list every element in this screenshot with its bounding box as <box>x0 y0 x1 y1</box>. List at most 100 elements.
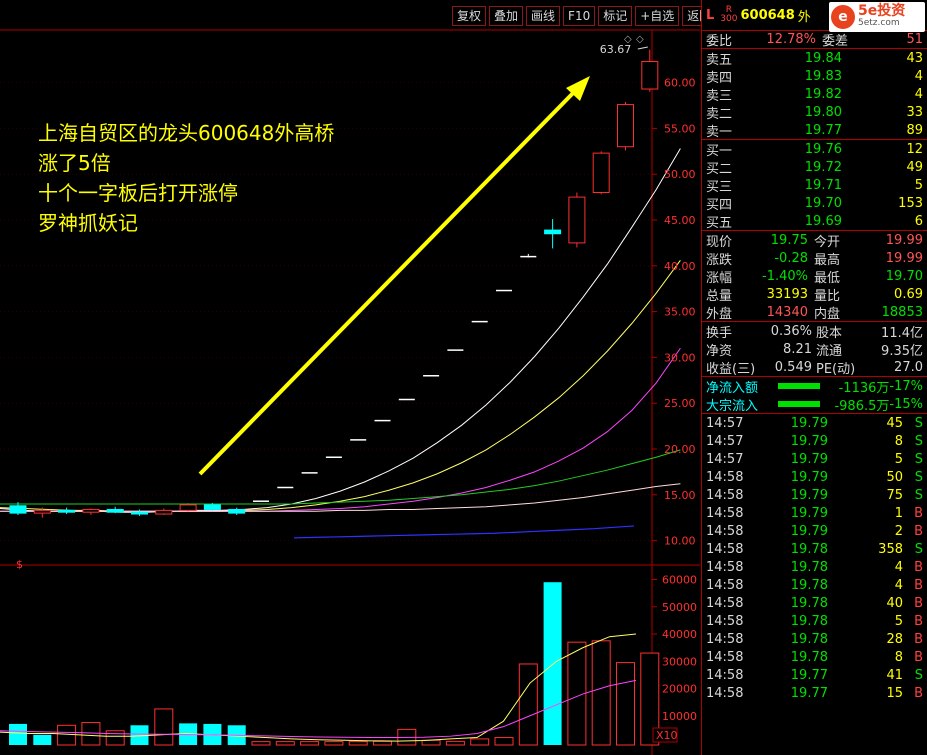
stat-row: 换手 0.36% 股本 11.4亿 <box>702 322 927 341</box>
bid-row: 买五 19.69 6 <box>702 212 927 231</box>
ask-volume: 43 <box>906 50 923 66</box>
tick-side: B <box>914 649 923 665</box>
tick-side: S <box>914 487 923 503</box>
stat-value: -1.40% <box>762 268 808 284</box>
ask-row: 卖三 19.82 4 <box>702 85 927 104</box>
tick-row: 14:57 19.79 45 S <box>702 414 927 432</box>
quote-panel: L R 300 600648 外 e 5e投资 5etz.com 委比 12.7… <box>701 0 927 755</box>
stat-row: 总量 33193 量比 0.69 <box>702 285 927 304</box>
ask-price: 19.77 <box>804 122 842 138</box>
volume-bar <box>470 738 490 746</box>
candle-body <box>203 504 221 510</box>
tick-side: S <box>914 433 923 449</box>
stat-label: 量比 <box>814 288 841 304</box>
stock-code: 600648 <box>740 7 795 23</box>
annotation-line: 罗神抓妖记 <box>38 211 138 235</box>
tick-row: 14:57 19.79 5 S <box>702 450 927 468</box>
stat-label: 最低 <box>814 270 841 286</box>
fund-flow-bar <box>777 401 820 407</box>
candle-body <box>155 509 173 515</box>
volume-bar <box>9 723 27 745</box>
tick-price: 19.78 <box>790 577 828 593</box>
right-marker-sub: 300 <box>720 14 738 24</box>
candle-body <box>592 152 610 194</box>
tick-volume: 75 <box>886 487 903 503</box>
tick-volume: 28 <box>886 631 903 647</box>
stat-value: 14340 <box>766 304 808 320</box>
stat-value: 18853 <box>881 304 923 320</box>
bid-row: 买一 19.76 12 <box>702 140 927 159</box>
tick-volume: 8 <box>894 433 903 449</box>
volume-bar <box>33 734 52 745</box>
fund-flow-pct: -17% <box>889 378 923 394</box>
stat-row: 收益(三) 0.549 PE(动) 27.0 <box>702 358 927 377</box>
weibi-value: 12.78% <box>766 32 816 47</box>
draw-line-button[interactable]: 画线 <box>526 6 561 26</box>
f10-button[interactable]: F10 <box>563 6 596 26</box>
stat-label: 涨跌 <box>706 252 733 268</box>
fund-flow-bar <box>777 383 820 389</box>
kline-chart[interactable]: 10.00 15.00 20.00 25.00 30.00 35.00 40.00 45.00… <box>0 0 700 755</box>
stat-label: 涨幅 <box>706 270 733 286</box>
volume-tick-label: 60000 <box>662 574 697 587</box>
volume-bar <box>251 741 271 746</box>
ask-price: 19.83 <box>804 68 842 84</box>
fund-flow-label: 大宗流入 <box>706 398 759 414</box>
stat-label: 总量 <box>706 288 733 304</box>
stat-label: 净资 <box>706 343 733 359</box>
ask-label: 卖二 <box>706 106 733 122</box>
price-tick-label: 10.00 <box>664 535 696 548</box>
bid-price: 19.76 <box>804 141 842 157</box>
weicha-value: 51 <box>906 32 923 47</box>
logo-url: 5etz.com <box>858 18 900 28</box>
tick-time: 14:58 <box>706 649 744 665</box>
stat-value: 27.0 <box>894 359 923 375</box>
volume-bar <box>105 730 125 746</box>
price-tick-label: 40.00 <box>664 260 696 273</box>
stat-value: 19.99 <box>885 250 923 266</box>
tick-price: 19.77 <box>790 667 828 683</box>
tick-time: 14:58 <box>706 541 744 557</box>
tick-price: 19.79 <box>790 433 828 449</box>
tick-time: 14:58 <box>706 631 744 647</box>
diejia-button[interactable]: 叠加 <box>489 6 524 26</box>
bid-label: 买三 <box>706 179 733 195</box>
fuquan-button[interactable]: 复权 <box>452 6 487 26</box>
volume-bar <box>543 582 562 745</box>
left-marker: L <box>706 7 715 23</box>
tick-volume: 8 <box>894 649 903 665</box>
price-tick-label: 25.00 <box>664 397 696 410</box>
tick-row: 14:58 19.78 4 B <box>702 558 927 576</box>
ask-price: 19.84 <box>804 50 842 66</box>
volume-tick-label: 30000 <box>662 655 697 668</box>
tick-price: 19.77 <box>790 685 828 701</box>
tick-price: 19.78 <box>790 631 828 647</box>
mark-button[interactable]: 标记 <box>598 6 633 26</box>
tick-time: 14:58 <box>706 469 744 485</box>
tick-volume: 4 <box>894 559 903 575</box>
tick-row: 14:58 19.78 8 B <box>702 648 927 666</box>
bid-price: 19.70 <box>804 195 842 211</box>
tick-side: B <box>914 631 923 647</box>
stock-header: L R 300 600648 外 e 5e投资 5etz.com <box>702 0 927 32</box>
fund-flow-row: 净流入额 -1136万 -17% <box>702 377 927 396</box>
tick-volume: 45 <box>886 415 903 431</box>
tick-time: 14:58 <box>706 487 744 503</box>
stat-value: 0.36% <box>770 323 812 339</box>
bid-volume: 5 <box>914 177 923 193</box>
stat-label: 今开 <box>814 234 841 250</box>
tick-price: 19.78 <box>790 613 828 629</box>
stat-value: 19.99 <box>885 232 923 248</box>
tick-row: 14:58 19.77 15 B <box>702 684 927 702</box>
tick-list[interactable]: 14:57 19.79 45 S 14:57 19.79 8 S 14:57 19.79 5 S 14:… <box>702 414 927 702</box>
volume-bar <box>300 741 320 746</box>
price-tick-label: 50.00 <box>664 168 696 181</box>
volume-bar <box>324 741 344 746</box>
tick-price: 19.78 <box>790 649 828 665</box>
add-watchlist-button[interactable]: +自选 <box>635 6 680 26</box>
tick-side: B <box>914 685 923 701</box>
candle-body <box>9 505 27 514</box>
tick-price: 19.79 <box>790 469 828 485</box>
candle-body <box>228 508 246 514</box>
volume-bar <box>616 662 635 746</box>
